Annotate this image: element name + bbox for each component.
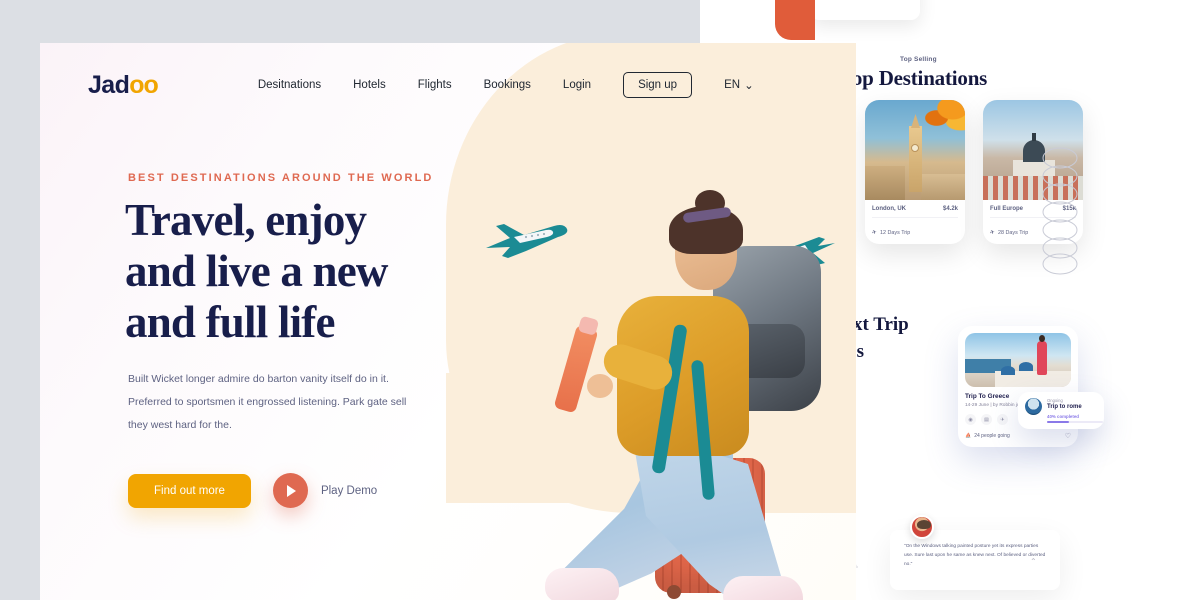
top-selling-eyebrow: Top Selling [900, 56, 937, 63]
heart-icon[interactable]: ♡ [1065, 432, 1071, 440]
hero-eyebrow: BEST DESTINATIONS AROUND THE WORLD [128, 172, 434, 184]
bag-icon[interactable]: ▤ [981, 414, 992, 425]
hero-illustration [440, 83, 856, 600]
plane-icon: ✈ [871, 229, 879, 237]
cta-row: Find out more Play Demo [128, 473, 377, 508]
orange-decoration [775, 0, 815, 40]
logo[interactable]: Jadoo [88, 70, 159, 100]
nav-item-destinations[interactable]: Desitnations [258, 79, 321, 91]
map-icon[interactable]: ◉ [965, 414, 976, 425]
plane-icon: ✈ [989, 229, 997, 237]
feature-cards-strip: Built Wicket longer admire do barton van… [700, 0, 1140, 20]
play-icon[interactable] [272, 473, 308, 508]
people-going-label: 24 people going [974, 433, 1010, 439]
feature-card: Barton vanity itself do in it. Preferd t… [920, 0, 1030, 14]
feature-card: We deliver outsourced aviation services … [1030, 0, 1140, 14]
title-line2: and live a new [125, 245, 388, 296]
top-destinations-title: Top Destinations [840, 66, 988, 90]
nav-item-hotels[interactable]: Hotels [353, 79, 386, 91]
traveler-photo [545, 128, 821, 600]
testimonial-quote: "On the Windows talking painted posture … [904, 544, 1046, 568]
hero-paragraph: Built Wicket longer admire do barton van… [128, 373, 407, 432]
destination-name: Full Europe [990, 206, 1023, 212]
chevron-up-icon[interactable]: ⌃ [1030, 557, 1037, 566]
title-line3: and full life [125, 296, 335, 347]
phone [553, 324, 599, 414]
people-icon: ⛵ [965, 433, 972, 439]
logo-text: Jad [88, 70, 130, 99]
destination-duration: 28 Days Trip [998, 229, 1029, 236]
london-image [865, 100, 965, 200]
page-title: Travel, enjoy and live a new and full li… [125, 195, 485, 348]
find-out-more-button[interactable]: Find out more [128, 473, 251, 508]
plane-icon[interactable]: ✈ [997, 414, 1008, 425]
destination-duration: 12 Days Trip [880, 229, 911, 236]
screen: Built Wicket longer admire do barton van… [0, 0, 1200, 600]
destination-price: $4.2k [942, 206, 958, 212]
play-demo-label: Play Demo [320, 484, 378, 497]
people-going: ⛵ 24 people going [965, 433, 1010, 439]
logo-accent: oo [129, 70, 159, 99]
avatar [910, 515, 934, 539]
ongoing-title: Trip to rome [1047, 404, 1082, 410]
rome-thumbnail [1025, 398, 1042, 415]
progress-text: 40% completed [1047, 414, 1103, 419]
sneaker [723, 576, 803, 600]
ongoing-label: Ongoing [1047, 398, 1063, 403]
hand [587, 374, 613, 398]
ongoing-trip-card[interactable]: Ongoing Trip to rome 40% completed [1018, 392, 1104, 429]
progress-bar [1047, 421, 1103, 423]
title-line1-a: Travel, [125, 195, 256, 245]
destination-card[interactable]: London, UK $4.2k ✈ 12 Days Trip [865, 100, 965, 244]
progress-value: 40% completed [1047, 414, 1079, 419]
title-line1-b: enjoy [265, 195, 367, 245]
greece-image [965, 333, 1071, 387]
sneaker [545, 568, 619, 600]
hero-panel: Jadoo Desitnations Hotels Flights Bookin… [40, 43, 856, 600]
play-demo-control[interactable]: Play Demo [272, 473, 378, 508]
destination-name: London, UK [872, 206, 906, 212]
coil-decoration [1042, 147, 1078, 275]
feature-card: Engrossed listening. Par's gate sell the… [810, 0, 920, 20]
